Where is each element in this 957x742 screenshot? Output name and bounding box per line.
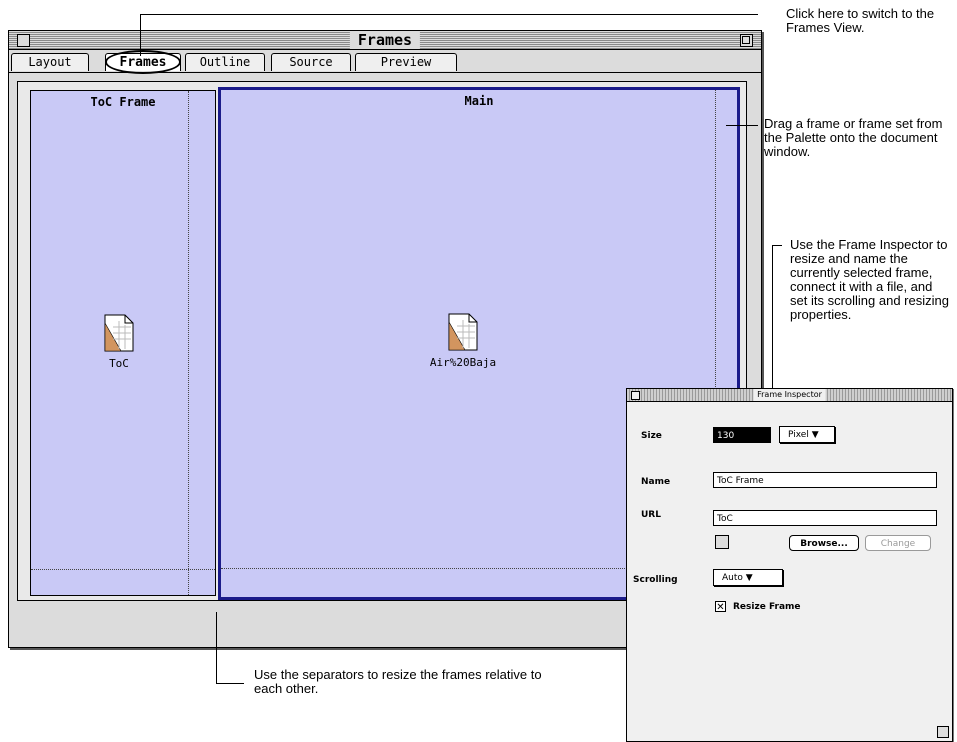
callout-line-tabs-vertical xyxy=(140,14,141,56)
resize-grip-icon[interactable] xyxy=(937,726,949,738)
callout-separators: Use the separators to resize the frames … xyxy=(254,667,542,696)
callout-frames-view: Click here to switch to the Frames View. xyxy=(786,6,935,35)
scrolling-label: Scrolling xyxy=(633,575,678,585)
scrolling-value: Auto xyxy=(722,573,743,583)
toc-vertical-guide xyxy=(188,91,189,595)
inspector-title: Frame Inspector xyxy=(753,389,826,401)
close-box-icon[interactable] xyxy=(17,34,30,47)
resize-frame-label: Resize Frame xyxy=(733,602,801,612)
document-icon[interactable] xyxy=(103,313,135,353)
browse-button[interactable]: Browse... xyxy=(789,535,859,551)
size-field[interactable]: 130 xyxy=(713,427,771,443)
callout-frame-inspector: Use the Frame Inspector to resize and na… xyxy=(790,237,949,322)
url-field[interactable]: ToC xyxy=(713,510,937,526)
main-frame-name: Main xyxy=(464,94,494,108)
zoom-box-icon[interactable] xyxy=(740,34,753,47)
chevron-down-icon: ▼ xyxy=(811,430,819,440)
callout-drag-frame: Drag a frame or frame set from the Palet… xyxy=(764,116,943,159)
callout-line-inspector-horizontal xyxy=(772,245,782,246)
inspector-titlebar[interactable]: Frame Inspector xyxy=(627,389,952,402)
name-field[interactable]: ToC Frame xyxy=(713,472,937,488)
url-label: URL xyxy=(641,510,661,520)
callout-line-tabs-horizontal xyxy=(140,14,758,15)
tab-outline[interactable]: Outline xyxy=(185,53,265,71)
tab-layout[interactable]: Layout xyxy=(11,53,89,71)
inspector-close-box-icon[interactable] xyxy=(631,391,640,400)
toc-horizontal-guide xyxy=(31,569,215,570)
change-button[interactable]: Change xyxy=(865,535,931,551)
scrolling-popup[interactable]: Auto ▼ xyxy=(713,569,783,586)
tab-source[interactable]: Source xyxy=(271,53,351,71)
size-unit-value: Pixel xyxy=(788,430,809,440)
size-label: Size xyxy=(641,431,662,441)
tab-preview[interactable]: Preview xyxy=(355,53,457,71)
document-icon[interactable] xyxy=(447,312,479,352)
tab-frames[interactable]: Frames xyxy=(105,53,181,71)
frame-inspector-window: Frame Inspector Size 130 Pixel ▼ Name To… xyxy=(626,388,953,742)
callout-line-drag xyxy=(726,125,758,126)
toc-frame[interactable]: ToC Frame ToC xyxy=(30,90,216,596)
size-unit-popup[interactable]: Pixel ▼ xyxy=(779,426,835,443)
name-label: Name xyxy=(641,477,671,487)
chevron-down-icon: ▼ xyxy=(745,573,753,583)
callout-line-separators-horizontal xyxy=(216,683,244,684)
view-tab-bar: Layout Frames Outline Source Preview xyxy=(9,50,761,74)
window-title: Frames xyxy=(349,31,421,49)
resize-frame-checkbox[interactable]: ✕ xyxy=(715,601,726,613)
main-doc-label: Air%20Baja xyxy=(429,356,497,369)
window-titlebar[interactable]: Frames xyxy=(9,31,761,50)
callout-line-inspector-vertical xyxy=(772,245,773,389)
callout-line-separators-vertical xyxy=(216,612,217,684)
link-file-icon[interactable] xyxy=(715,535,729,549)
toc-doc-label: ToC xyxy=(109,357,129,370)
